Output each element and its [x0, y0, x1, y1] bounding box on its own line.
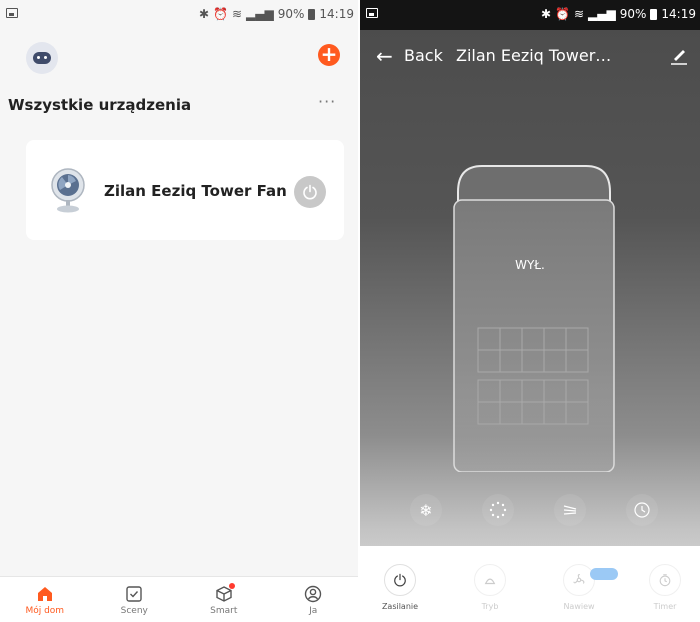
timer-control[interactable]: Timer [630, 564, 700, 611]
home-avatar[interactable] [26, 42, 58, 74]
tab-scenes[interactable]: Sceny [99, 577, 169, 622]
tab-label: Smart [210, 606, 238, 616]
tab-smart[interactable]: Smart [189, 577, 259, 622]
dots-ring-icon [482, 494, 514, 526]
snowflake-icon: ❄ [410, 494, 442, 526]
mode-indicator-row: ❄ [360, 494, 700, 530]
signal-icon: ▂▄▆ [246, 7, 274, 21]
battery-icon [650, 8, 658, 20]
power-icon [303, 184, 317, 200]
device-control-screen: ✱ ⏰ ≋ ▂▄▆ 90% 14:19 ← Back Zilan Eeziq T… [360, 0, 700, 622]
more-options-button[interactable]: ··· [318, 92, 336, 111]
robot-face-icon [33, 52, 51, 64]
device-name: Zilan Eeziq Tower Fan [104, 182, 287, 200]
top-bar: ← Back Zilan Eeziq Tower… [360, 30, 700, 82]
tower-fan-illustration [453, 165, 615, 472]
image-notification-icon [6, 8, 18, 18]
device-card[interactable]: Zilan Eeziq Tower Fan [26, 140, 344, 240]
wifi-icon: ≋ [231, 7, 243, 21]
bottom-tab-bar: Mój dom Sceny Smart Ja [0, 576, 358, 622]
mode-icon [484, 578, 496, 585]
back-arrow-icon[interactable]: ← [376, 44, 393, 68]
status-time: 14:19 [319, 7, 354, 21]
fan-status-text: WYŁ. [515, 258, 545, 272]
control-label: Nawiew [563, 602, 595, 611]
wind-icon [554, 494, 586, 526]
image-notification-icon [366, 8, 378, 18]
battery-percent: 90% [619, 7, 647, 21]
edit-icon[interactable] [668, 44, 690, 66]
bluetooth-icon: ✱ [198, 7, 210, 21]
device-title: Zilan Eeziq Tower… [456, 46, 612, 65]
fan-device-icon [51, 168, 85, 213]
user-icon [305, 585, 322, 603]
mode-button[interactable] [474, 564, 506, 596]
control-label: Tryb [481, 602, 499, 611]
clock-icon [626, 494, 658, 526]
power-button[interactable] [384, 564, 416, 596]
back-button[interactable]: Back [404, 46, 443, 65]
status-time: 14:19 [661, 7, 696, 21]
alarm-icon: ⏰ [213, 7, 228, 21]
tab-my-home[interactable]: Mój dom [10, 577, 80, 622]
power-control[interactable]: Zasilanie [365, 564, 435, 611]
power-icon [394, 573, 406, 587]
tab-label: Ja [309, 606, 318, 616]
fan-speed-badge [590, 568, 618, 580]
signal-icon: ▂▄▆ [588, 7, 616, 21]
battery-percent: 90% [277, 7, 305, 21]
tab-label: Sceny [120, 606, 148, 616]
control-label: Timer [653, 602, 677, 611]
fan-speed-icon [573, 574, 585, 584]
status-bar: ✱ ⏰ ≋ ▂▄▆ 90% 14:19 [0, 0, 358, 30]
battery-icon [308, 8, 316, 20]
checkbox-icon [126, 586, 142, 602]
fan-speed-button[interactable] [563, 564, 595, 596]
wifi-icon: ≋ [573, 7, 585, 21]
device-power-button[interactable] [294, 176, 326, 208]
control-bar: Zasilanie Tryb Nawiew Timer [360, 546, 700, 622]
tab-me[interactable]: Ja [278, 577, 348, 622]
add-device-button[interactable]: + [318, 44, 340, 66]
device-list-screen: ✱ ⏰ ≋ ▂▄▆ 90% 14:19 + Wszystkie urządzen… [0, 0, 358, 622]
section-title: Wszystkie urządzenia [8, 96, 192, 114]
timer-button[interactable] [649, 564, 681, 596]
tab-label: Mój dom [25, 606, 65, 616]
bluetooth-icon: ✱ [540, 7, 552, 21]
home-icon [37, 587, 52, 601]
control-label: Zasilanie [381, 602, 419, 611]
timer-icon [659, 574, 671, 587]
alarm-icon: ⏰ [555, 7, 570, 21]
mode-control[interactable]: Tryb [455, 564, 525, 611]
status-bar: ✱ ⏰ ≋ ▂▄▆ 90% 14:19 [360, 0, 700, 30]
notification-badge [228, 583, 235, 589]
